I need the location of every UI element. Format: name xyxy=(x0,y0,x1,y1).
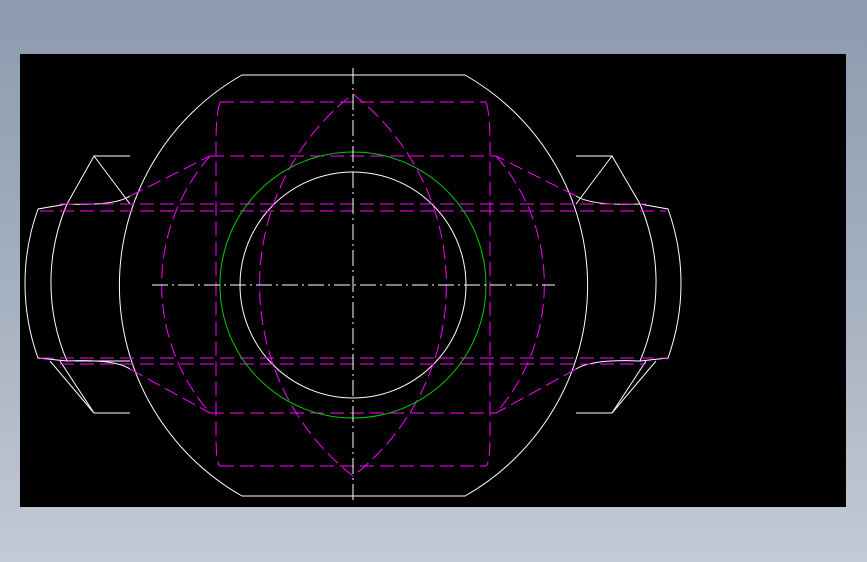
left-lug-inner xyxy=(50,203,68,362)
hidden-left-pocket xyxy=(215,101,221,467)
right-lug-end xyxy=(639,203,682,362)
left-lug-fillet-bottom xyxy=(66,360,131,370)
left-lug-end xyxy=(24,203,68,362)
right-lug-inner xyxy=(639,203,657,362)
hidden-right-pocket xyxy=(485,101,491,467)
part-drawing xyxy=(24,68,682,504)
cad-preview-window xyxy=(0,0,867,562)
drawing-viewport[interactable] xyxy=(20,54,846,507)
right-lug-fillet-top xyxy=(575,195,641,205)
right-lug-lower xyxy=(576,360,647,414)
center-lines xyxy=(152,68,555,504)
hidden-right-diagonal-top xyxy=(495,155,577,197)
right-lug-fillet-bottom xyxy=(575,360,641,370)
left-lug-fillet-top xyxy=(66,195,131,205)
left-lug-lower xyxy=(59,360,130,414)
hidden-left-diagonal-bottom xyxy=(129,368,211,414)
hidden-left-diagonal-top xyxy=(129,155,211,197)
left-lug xyxy=(49,155,131,414)
